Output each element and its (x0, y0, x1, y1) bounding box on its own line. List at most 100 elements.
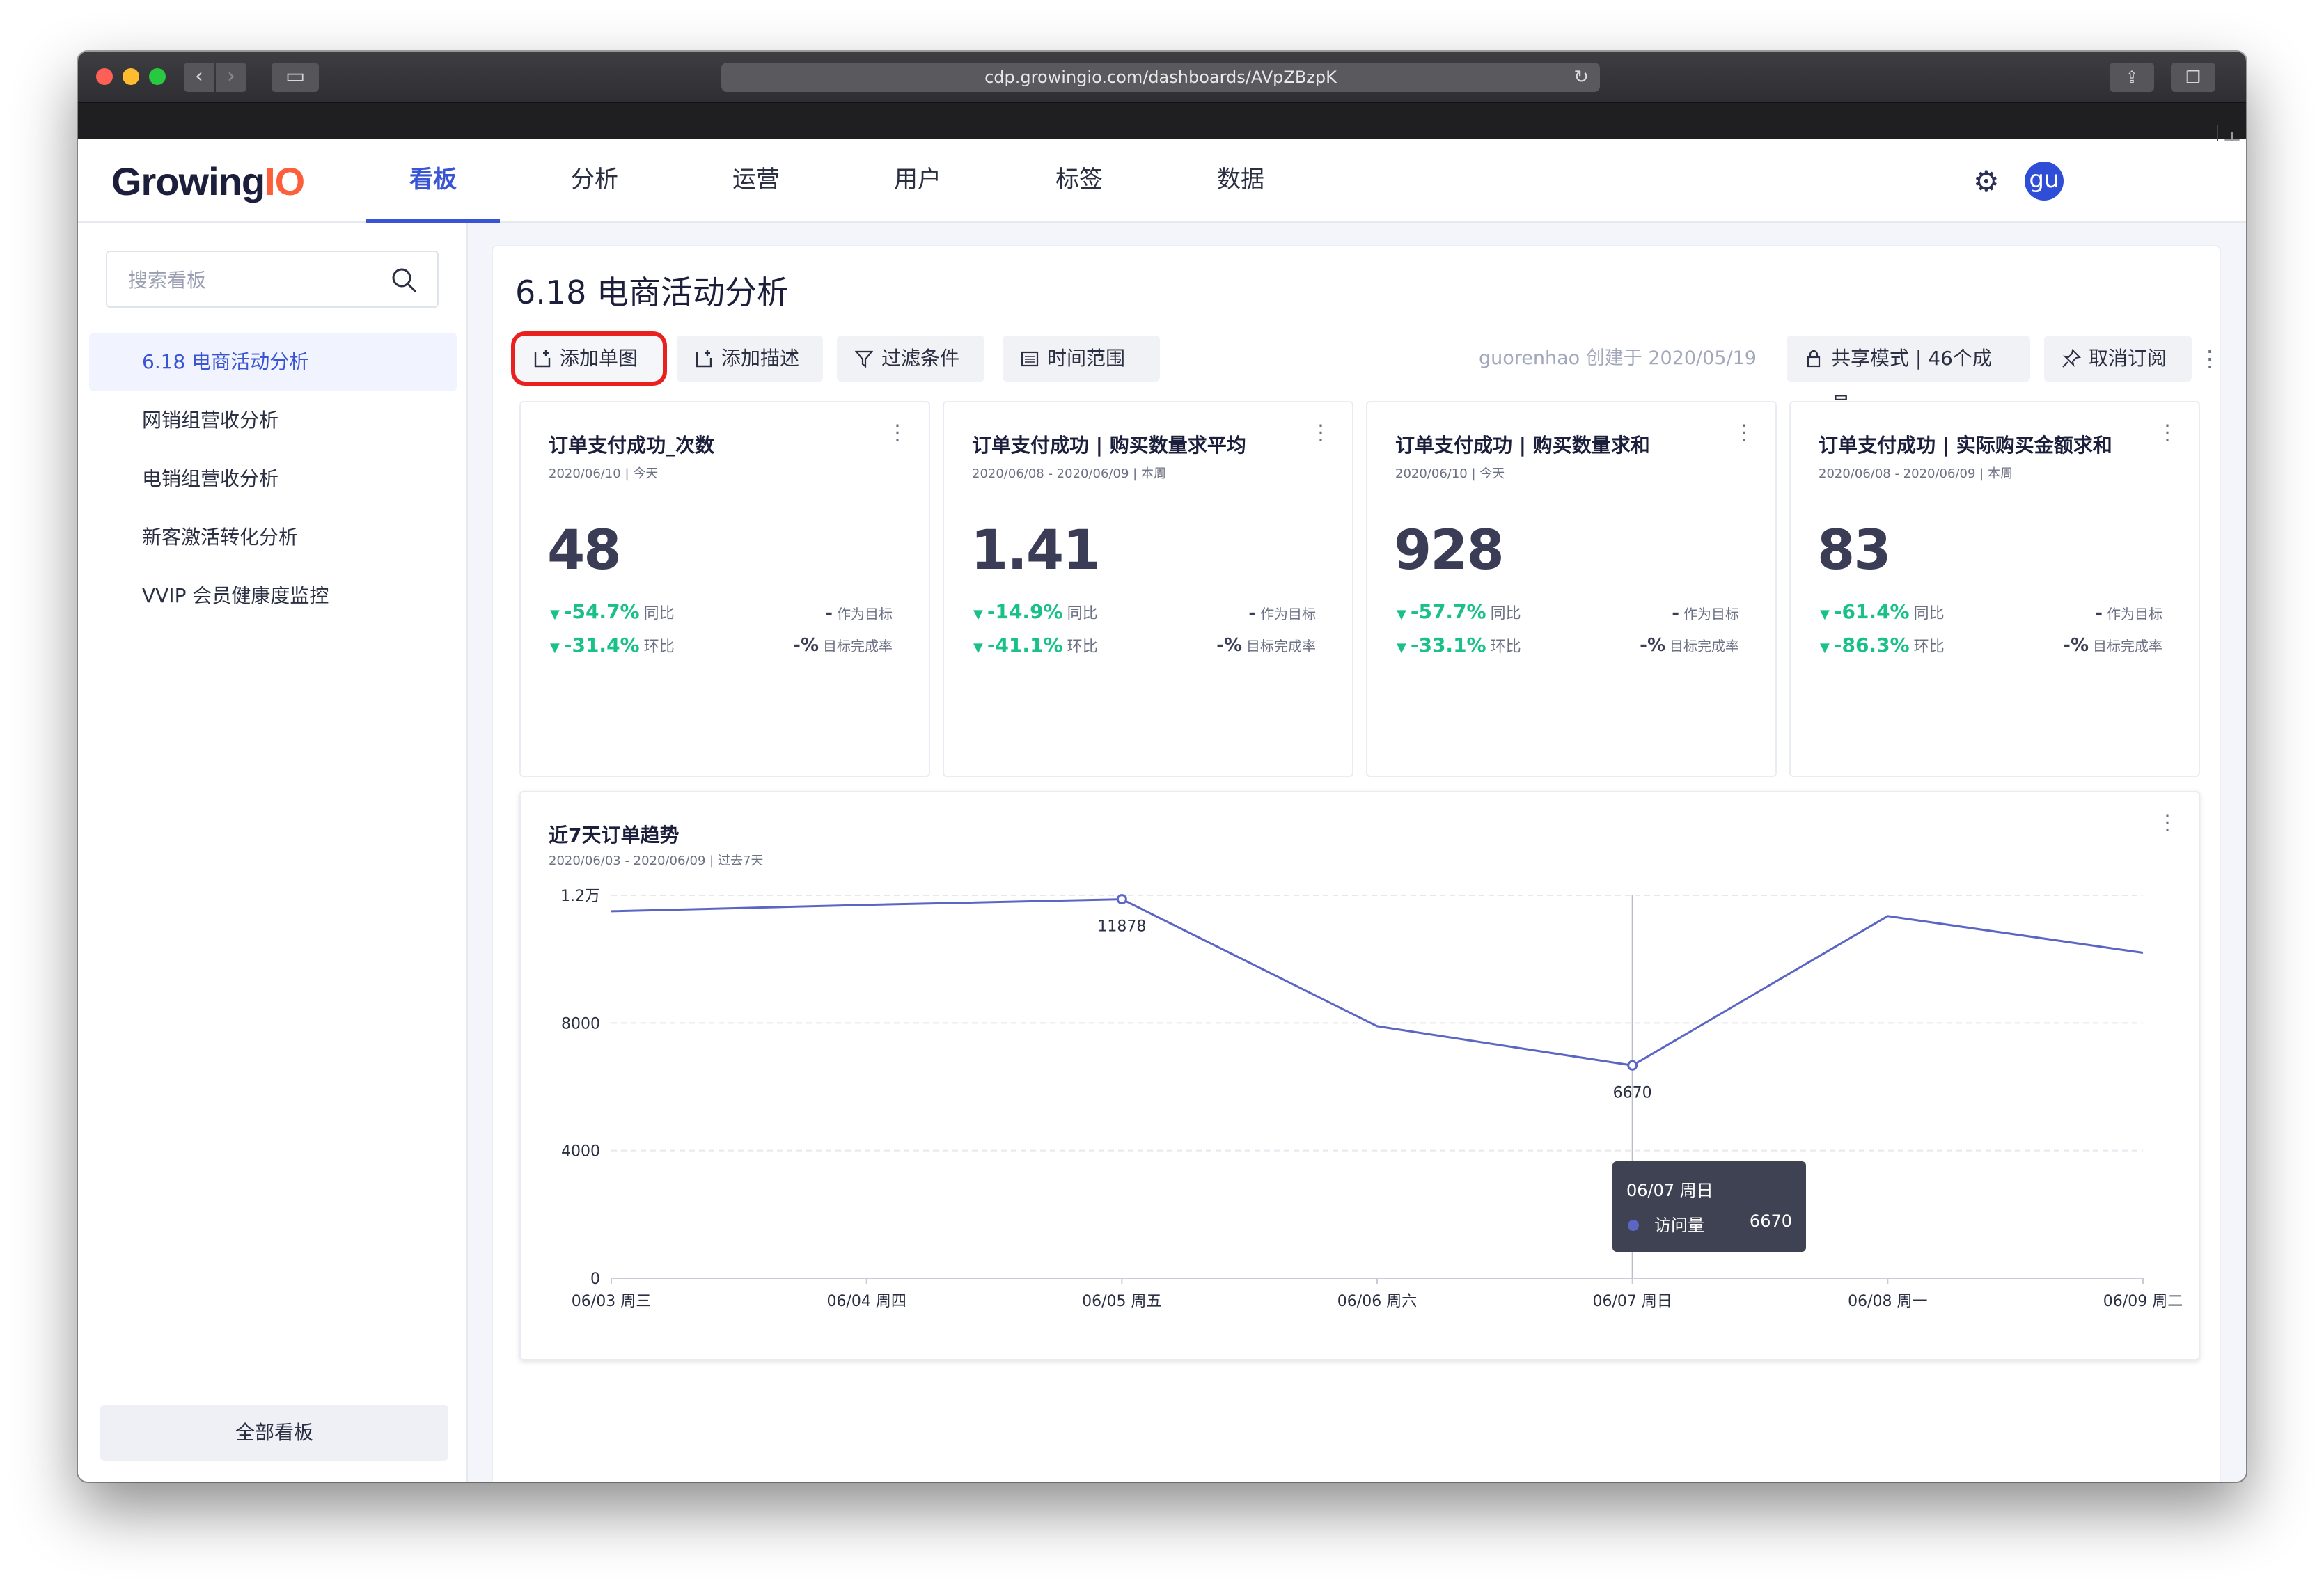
growingio-logo[interactable]: GrowingIO (111, 159, 305, 204)
minimize-window-button[interactable] (123, 68, 139, 85)
card-more-icon[interactable]: ⋮ (887, 421, 908, 445)
mom-percent: -41.1% (987, 634, 1063, 657)
yoy-percent: -54.7% (563, 600, 640, 623)
dashboard-item-tele-sales[interactable]: 电销组营收分析 (89, 450, 457, 508)
forward-icon[interactable]: › (216, 63, 246, 92)
browser-titlebar: ‹ › ▭ cdp.growingio.com/dashboards/AVpZB… (78, 52, 2246, 102)
share-mode-button[interactable]: 共享模式 | 46个成员 (1787, 336, 2030, 416)
data-point (1627, 1060, 1638, 1071)
target-label: 作为目标 (837, 606, 893, 622)
share-icon[interactable]: ⇪ (2110, 63, 2154, 92)
time-range-label: 时间范围 (1047, 347, 1126, 370)
yoy-percent: -14.9% (987, 600, 1063, 623)
card-more-icon[interactable]: ⋮ (2157, 421, 2178, 445)
data-label: 6670 (1613, 1084, 1652, 1101)
unsubscribe-button[interactable]: 取消订阅 (2044, 336, 2192, 382)
mom-percent: -31.4% (563, 634, 640, 657)
set-target[interactable]: - 作为目标 (2095, 603, 2162, 624)
all-dashboards-button[interactable]: 全部看板 (100, 1405, 448, 1461)
yoy-percent: -57.7% (1410, 600, 1486, 623)
mom-label: 环比 (1067, 638, 1098, 656)
yoy-change: ▼ -57.7% 同比 (1397, 600, 1521, 623)
add-chart-button[interactable]: 添加单图 (515, 336, 663, 382)
completion-label: 目标完成率 (1670, 638, 1739, 654)
dashboard-item-618[interactable]: 6.18 电商活动分析 (89, 333, 457, 391)
y-tick-label: 0 (590, 1271, 600, 1288)
mom-label: 环比 (1490, 638, 1521, 656)
down-arrow-icon: ▼ (1397, 607, 1406, 622)
nav-tab-users[interactable]: 用户 (851, 141, 984, 223)
sidebar-toggle-icon[interactable]: ▭ (272, 63, 319, 92)
mom-percent: -86.3% (1833, 634, 1910, 657)
filter-button[interactable]: 过滤条件 (837, 336, 984, 382)
url-text: cdp.growingio.com/dashboards/AVpZBzpK (984, 68, 1337, 87)
metric-card[interactable]: 订单支付成功 | 购买数量求和 2020/06/10 | 今天 ⋮ 928 ▼ -… (1366, 401, 1777, 777)
tab-overview-icon[interactable]: ❐ (2171, 63, 2215, 92)
data-point (1116, 894, 1127, 905)
mom-change: ▼ -33.1% 环比 (1397, 634, 1521, 657)
y-tick-label: 4000 (561, 1143, 600, 1161)
dashboard-item-new-customer[interactable]: 新客激活转化分析 (89, 508, 457, 567)
card-date-range: 2020/06/10 | 今天 (1395, 466, 1505, 481)
set-target[interactable]: - 作为目标 (825, 603, 893, 624)
yoy-label: 同比 (643, 605, 675, 622)
target-label: 作为目标 (1260, 606, 1316, 622)
nav-tab-data[interactable]: 数据 (1174, 141, 1308, 223)
series-dot-icon (1628, 1220, 1639, 1231)
target-value: - (2095, 603, 2103, 624)
address-bar[interactable]: cdp.growingio.com/dashboards/AVpZBzpK ↻ (721, 63, 1600, 92)
zoom-window-button[interactable] (149, 68, 166, 85)
reload-icon[interactable]: ↻ (1573, 63, 1589, 92)
x-tick-label: 06/09 周二 (2103, 1293, 2183, 1310)
search-icon[interactable] (390, 266, 418, 294)
set-target[interactable]: - 作为目标 (1248, 603, 1316, 624)
nav-tab-dashboard[interactable]: 看板 (366, 141, 500, 223)
yoy-label: 同比 (1913, 605, 1945, 622)
filter-icon (854, 350, 874, 368)
metric-card[interactable]: 订单支付成功 | 购买数量求平均 2020/06/08 - 2020/06/09… (943, 401, 1353, 777)
close-window-button[interactable] (96, 68, 113, 85)
line-chart[interactable]: 0 4000 8000 1.2万 06/03 周三 06/04 周四 06/05 周五 06/… (521, 792, 2201, 1362)
add-chart-icon (534, 350, 551, 368)
nav-tab-analysis[interactable]: 分析 (528, 141, 661, 223)
card-title: 订单支付成功_次数 (549, 434, 715, 457)
metric-card[interactable]: 订单支付成功_次数 2020/06/10 | 今天 ⋮ 48 ▼ -54.7% 同比… (519, 401, 930, 777)
logo-accent-text: IO (265, 159, 305, 203)
more-options-icon[interactable]: ⋮ (2199, 345, 2221, 372)
card-date-range: 2020/06/08 - 2020/06/09 | 本周 (1819, 466, 2013, 481)
time-range-dropdown[interactable]: 时间范围 ⌄ (1003, 336, 1160, 415)
tooltip-date: 06/07 周日 (1626, 1181, 1713, 1200)
filter-label: 过滤条件 (881, 347, 960, 370)
completion-value: -% (793, 635, 819, 656)
completion-value: -% (2063, 635, 2089, 656)
set-target[interactable]: - 作为目标 (1672, 603, 1739, 624)
dashboard-list: 6.18 电商活动分析 网销组营收分析 电销组营收分析 新客激活转化分析 VVI… (89, 333, 457, 625)
dashboard-item-online-sales[interactable]: 网销组营收分析 (89, 391, 457, 450)
mom-change: ▼ -31.4% 环比 (550, 634, 675, 657)
card-value: 928 (1394, 519, 1505, 582)
trend-chart-card[interactable]: 近7天订单趋势 2020/06/03 - 2020/06/09 | 过去7天 ⋮… (519, 791, 2200, 1360)
back-icon[interactable]: ‹ (184, 63, 214, 92)
metric-card[interactable]: 订单支付成功 | 实际购买金额求和 2020/06/08 - 2020/06/0… (1789, 401, 2200, 777)
gear-icon[interactable]: ⚙ (1973, 167, 2000, 196)
yoy-change: ▼ -54.7% 同比 (550, 600, 675, 623)
mom-percent: -33.1% (1410, 634, 1486, 657)
target-label: 作为目标 (1683, 606, 1739, 622)
nav-tab-tags[interactable]: 标签 (1012, 141, 1146, 223)
dashboard-item-vvip[interactable]: VVIP 会员健康度监控 (89, 567, 457, 625)
mom-change: ▼ -86.3% 环比 (1820, 634, 1945, 657)
target-completion: -% 目标完成率 (793, 635, 893, 656)
nav-tab-operations[interactable]: 运营 (689, 141, 823, 223)
add-description-button[interactable]: 添加描述 (677, 336, 823, 382)
completion-value: -% (1216, 635, 1242, 656)
search-input[interactable] (128, 266, 379, 294)
avatar[interactable]: gu (2025, 162, 2064, 201)
card-more-icon[interactable]: ⋮ (1734, 421, 1754, 445)
data-label: 11878 (1097, 918, 1146, 936)
down-arrow-icon: ▼ (973, 607, 983, 622)
lock-icon (1807, 350, 1821, 368)
card-date-range: 2020/06/08 - 2020/06/09 | 本周 (972, 466, 1166, 481)
card-more-icon[interactable]: ⋮ (1310, 421, 1331, 445)
series-line (611, 898, 2144, 1067)
down-arrow-icon: ▼ (1820, 641, 1830, 655)
